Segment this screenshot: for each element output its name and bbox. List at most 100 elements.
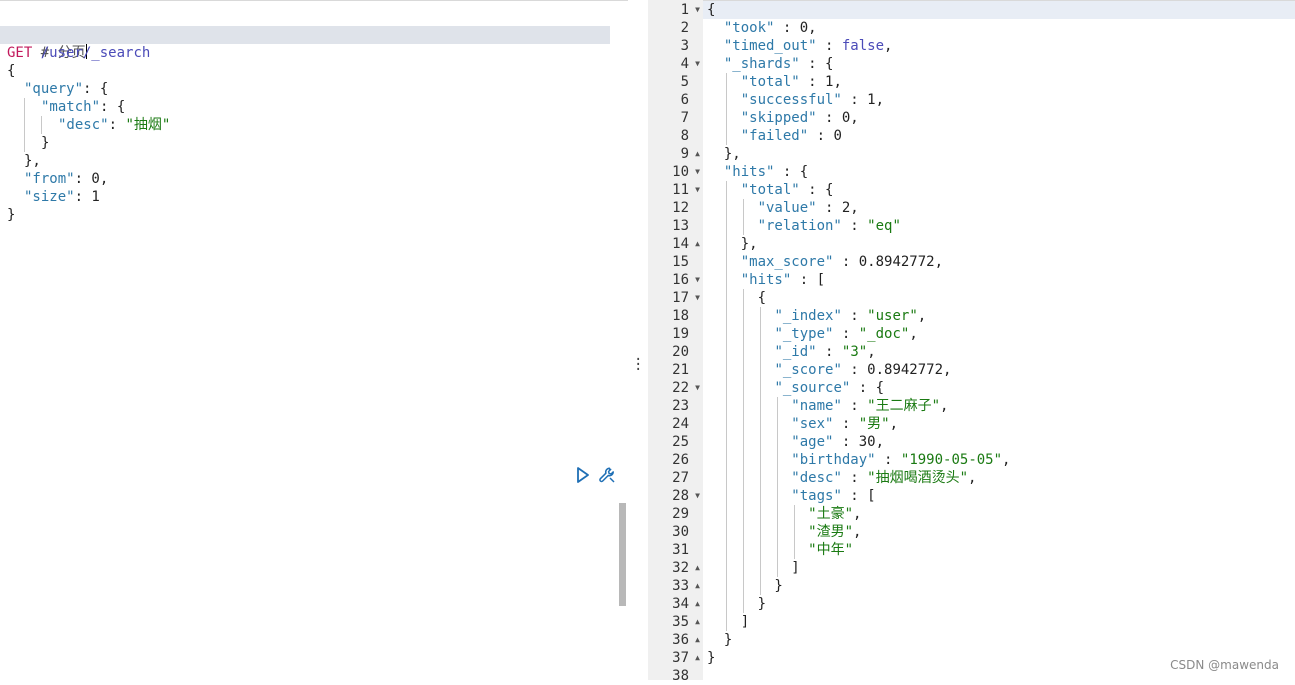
request-line[interactable]: { (7, 62, 617, 80)
gutter-line: 24 (648, 415, 703, 433)
indent-guide (743, 289, 744, 613)
brace: } (7, 207, 16, 223)
gutter-line: 20 (648, 343, 703, 361)
response-line: "_shards" : { (723, 56, 834, 72)
response-line: "max_score" : 0.8942772, (740, 254, 944, 270)
gutter-line: 31 (648, 541, 703, 559)
request-actions (574, 465, 616, 485)
json-key: "from" (24, 171, 75, 187)
gutter-line: 11 ▼ (648, 181, 703, 199)
gutter-line: 2 (648, 19, 703, 37)
request-line[interactable]: "from": 0, (24, 170, 634, 188)
response-line: "birthday" : "1990-05-05", (791, 452, 1011, 468)
fold-collapse-icon[interactable]: ▼ (695, 289, 700, 307)
response-line: "total" : 1, (740, 74, 842, 90)
request-scrollbar[interactable] (619, 503, 626, 606)
response-line: "土豪", (808, 506, 862, 522)
indent-guide (24, 98, 25, 152)
response-line: "tags" : [ (791, 488, 876, 504)
line-number: 11 (672, 182, 689, 198)
json-string: "抽烟" (125, 117, 171, 133)
fold-expand-icon[interactable]: ▲ (695, 613, 700, 631)
fold-collapse-icon[interactable]: ▼ (695, 181, 700, 199)
line-number: 7 (680, 110, 689, 126)
json-punct: : { (100, 99, 126, 115)
request-path: /user/_search (40, 45, 151, 61)
response-line: "_type" : "_doc", (774, 326, 918, 342)
response-line: "failed" : 0 (740, 128, 842, 144)
line-number: 18 (672, 308, 689, 324)
line-number: 17 (672, 290, 689, 306)
wrench-icon[interactable] (598, 466, 616, 484)
line-number: 23 (672, 398, 689, 414)
line-number: 32 (672, 560, 689, 576)
request-line[interactable]: }, (24, 152, 634, 170)
brace: } (41, 135, 50, 151)
fold-collapse-icon[interactable]: ▼ (695, 163, 700, 181)
line-number: 37 (672, 650, 689, 666)
line-number: 4 (680, 56, 689, 72)
line-number: 16 (672, 272, 689, 288)
gutter-line: 35 ▲ (648, 613, 703, 631)
request-line-comment[interactable]: # 分页 (0, 26, 610, 61)
fold-collapse-icon[interactable]: ▼ (695, 379, 700, 397)
request-line[interactable]: } (41, 134, 651, 152)
drag-handle-icon[interactable]: · · · (634, 353, 642, 377)
indent-guide (777, 397, 778, 577)
gutter-line: 30 (648, 523, 703, 541)
line-number: 20 (672, 344, 689, 360)
gutter-line: 26 (648, 451, 703, 469)
request-line[interactable]: "match": { (41, 98, 651, 116)
play-icon[interactable] (574, 466, 592, 484)
fold-collapse-icon[interactable]: ▼ (695, 487, 700, 505)
line-number: 36 (672, 632, 689, 648)
gutter-line: 32 ▲ (648, 559, 703, 577)
request-line-method[interactable]: GET /user/_search (7, 44, 617, 62)
pane-resizer[interactable]: · · · (628, 0, 649, 680)
fold-collapse-icon[interactable]: ▼ (695, 1, 700, 19)
fold-expand-icon[interactable]: ▲ (695, 649, 700, 667)
gutter-line: 19 (648, 325, 703, 343)
fold-collapse-icon[interactable]: ▼ (695, 271, 700, 289)
gutter-line: 29 (648, 505, 703, 523)
request-line[interactable]: "desc": "抽烟" (58, 116, 668, 134)
gutter-line: 23 (648, 397, 703, 415)
line-number: 38 (672, 668, 689, 684)
line-number: 24 (672, 416, 689, 432)
fold-expand-icon[interactable]: ▲ (695, 631, 700, 649)
indent-guide (726, 181, 727, 631)
response-line: "skipped" : 0, (740, 110, 859, 126)
fold-expand-icon[interactable]: ▲ (695, 145, 700, 163)
json-punct: : (108, 117, 126, 133)
request-editor[interactable]: # 分页 GET /user/_search { "query": { "mat… (0, 0, 628, 680)
gutter-line: 36 ▲ (648, 631, 703, 649)
gutter-line: 17 ▼ (648, 289, 703, 307)
line-number: 5 (680, 74, 689, 90)
response-line: "hits" : { (723, 164, 809, 180)
fold-expand-icon[interactable]: ▲ (695, 559, 700, 577)
response-active-line (703, 1, 1295, 19)
response-line: { (707, 2, 716, 18)
line-number: 9 (680, 146, 689, 162)
brace: }, (24, 153, 41, 169)
fold-expand-icon[interactable]: ▲ (695, 595, 700, 613)
line-number: 1 (680, 2, 689, 18)
fold-collapse-icon[interactable]: ▼ (695, 55, 700, 73)
gutter-line: 34 ▲ (648, 595, 703, 613)
request-line[interactable]: "query": { (24, 80, 634, 98)
line-number: 27 (672, 470, 689, 486)
http-method: GET (7, 45, 33, 61)
request-line[interactable]: "size": 1 (24, 188, 634, 206)
gutter-line: 9 ▲ (648, 145, 703, 163)
line-number: 35 (672, 614, 689, 630)
fold-expand-icon[interactable]: ▲ (695, 577, 700, 595)
json-key: "size" (24, 189, 75, 205)
gutter-line: 1 ▼ (648, 1, 703, 19)
fold-expand-icon[interactable]: ▲ (695, 235, 700, 253)
indent-guide (726, 73, 727, 145)
response-line: "value" : 2, (757, 200, 859, 216)
request-line[interactable]: } (7, 206, 617, 224)
line-number: 8 (680, 128, 689, 144)
gutter-line: 25 (648, 433, 703, 451)
gutter-line: 13 (648, 217, 703, 235)
